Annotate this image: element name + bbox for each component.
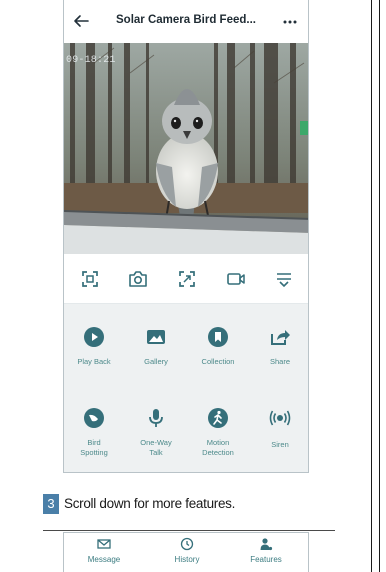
features-person-icon bbox=[260, 538, 273, 551]
snapshot-camera-icon[interactable] bbox=[128, 269, 148, 289]
record-video-icon[interactable] bbox=[226, 269, 246, 289]
step-number-badge: 3 bbox=[43, 494, 59, 514]
bird-spotting-icon bbox=[84, 408, 104, 428]
instruction-text: Scroll down for more features. bbox=[64, 496, 236, 511]
tab-label: Features bbox=[250, 555, 282, 564]
feature-label: Motion Detection bbox=[202, 438, 234, 457]
camera-live-view[interactable]: 09-18:21 bbox=[64, 43, 308, 254]
tab-label: History bbox=[174, 555, 200, 564]
header-bar: Solar Camera Bird Feed... bbox=[64, 0, 308, 43]
fullscreen-icon[interactable] bbox=[80, 269, 100, 289]
play-icon bbox=[84, 327, 104, 347]
tab-features[interactable]: Features bbox=[231, 537, 301, 564]
app-screen: Solar Camera Bird Feed... 09-18:21 Play … bbox=[63, 0, 309, 473]
feature-bird-spotting[interactable]: Bird Spotting bbox=[64, 407, 124, 457]
menu-icon[interactable] bbox=[274, 269, 294, 289]
feature-siren[interactable]: Siren bbox=[250, 407, 308, 450]
motion-icon bbox=[208, 408, 228, 428]
feature-motion-detection[interactable]: Motion Detection bbox=[188, 407, 248, 457]
video-timestamp: 09-18:21 bbox=[66, 55, 116, 66]
back-arrow-icon[interactable] bbox=[72, 12, 90, 30]
feature-share[interactable]: Share bbox=[250, 326, 308, 367]
page-title: Solar Camera Bird Feed... bbox=[116, 14, 256, 26]
tab-message[interactable]: Message bbox=[69, 537, 139, 564]
share-icon bbox=[271, 330, 290, 345]
feature-play-back[interactable]: Play Back bbox=[64, 326, 124, 367]
feature-label: One-Way Talk bbox=[140, 438, 172, 457]
divider bbox=[43, 530, 335, 531]
tab-history[interactable]: History bbox=[152, 537, 222, 564]
feature-label: Bird Spotting bbox=[80, 438, 108, 457]
zoom-expand-icon[interactable] bbox=[177, 269, 197, 289]
feature-label: Play Back bbox=[77, 357, 111, 366]
tab-label: Message bbox=[87, 555, 121, 564]
bird-feeder-scene bbox=[64, 43, 308, 254]
video-controls-bar bbox=[64, 254, 308, 304]
feature-one-way-talk[interactable]: One-Way Talk bbox=[126, 407, 186, 457]
bottom-tab-bar: Message History Features bbox=[63, 532, 309, 572]
more-dots-icon[interactable] bbox=[282, 19, 298, 25]
feature-label: Siren bbox=[271, 440, 289, 449]
collection-icon bbox=[208, 327, 228, 347]
feature-label: Share bbox=[269, 357, 290, 366]
page-border-line bbox=[379, 0, 380, 572]
features-panel: Play Back Gallery Collection Share Bird … bbox=[64, 304, 308, 472]
history-clock-icon bbox=[180, 537, 194, 551]
siren-icon bbox=[269, 410, 291, 426]
feature-gallery[interactable]: Gallery bbox=[126, 326, 186, 367]
microphone-icon bbox=[149, 409, 163, 427]
feature-label: Gallery bbox=[144, 357, 168, 366]
page-border-line bbox=[371, 0, 372, 572]
message-icon bbox=[97, 539, 111, 549]
feature-label: Collection bbox=[201, 357, 235, 366]
gallery-icon bbox=[147, 330, 165, 344]
feature-collection[interactable]: Collection bbox=[188, 326, 248, 367]
